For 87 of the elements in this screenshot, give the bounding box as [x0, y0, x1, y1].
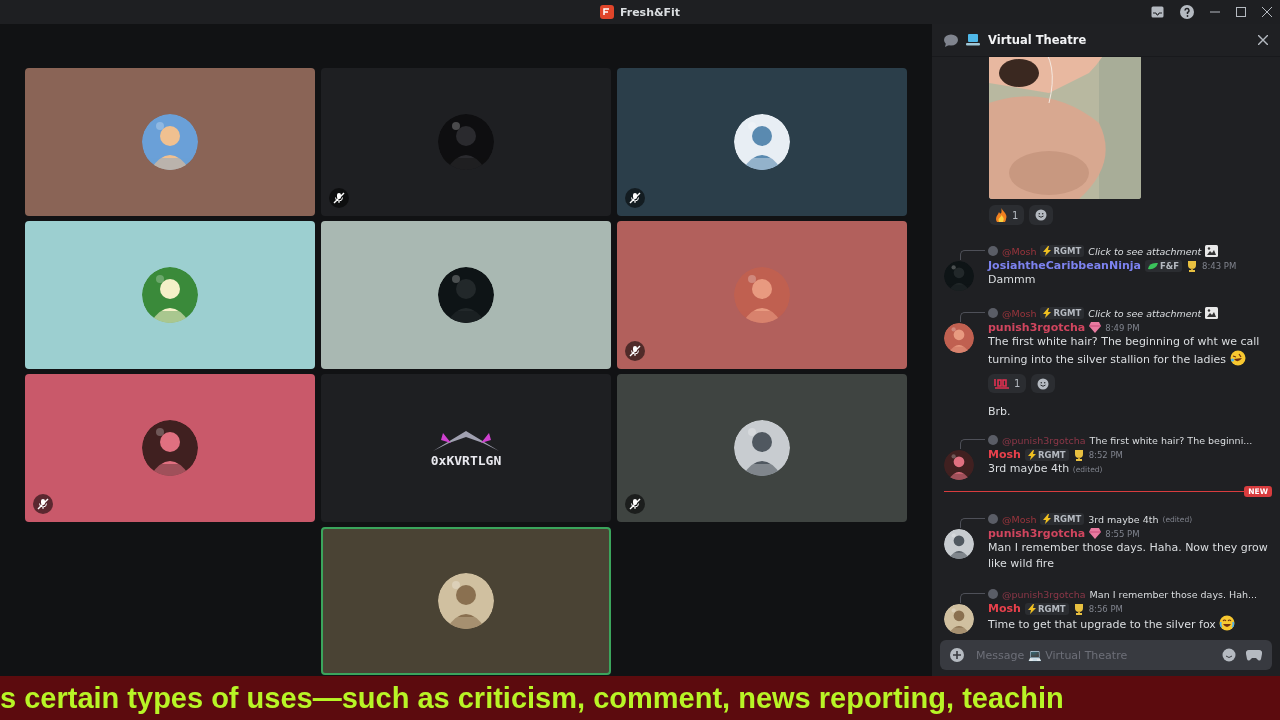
lightning-icon: [1027, 449, 1036, 460]
video-tile[interactable]: [617, 374, 907, 522]
timestamp: 8:56 PM: [1088, 603, 1123, 614]
hundred-icon: [994, 377, 1010, 390]
reply-line: [960, 312, 985, 322]
chat-bubble-icon[interactable]: [944, 33, 958, 47]
emoji-icon[interactable]: [1222, 648, 1236, 662]
app-logo-icon: [599, 5, 614, 19]
author-name[interactable]: Mosh: [988, 602, 1021, 615]
role-tag: RGMT: [1040, 307, 1085, 319]
lightning-icon: [1043, 246, 1052, 256]
reply-avatar-icon: [988, 435, 998, 445]
author-name[interactable]: punish3rgotcha: [988, 321, 1086, 334]
reply-line: [960, 518, 985, 528]
video-tile[interactable]: [321, 68, 611, 216]
reply-preview[interactable]: Man I remember those days. Hah...: [1089, 588, 1258, 600]
reply-avatar-icon: [988, 589, 998, 599]
timestamp: 8:43 PM: [1201, 260, 1237, 271]
reaction-button[interactable]: 1: [988, 374, 1027, 393]
timestamp: 8:55 PM: [1105, 528, 1140, 539]
trophy-icon: [1185, 259, 1198, 272]
author-name[interactable]: Mosh: [988, 448, 1021, 461]
video-tile[interactable]: [25, 374, 315, 522]
message-text: Dammm: [988, 272, 1037, 288]
smiley-icon: [1037, 377, 1050, 390]
reaction-button[interactable]: 1: [989, 205, 1025, 225]
logo-text: 0xKVRTLGN: [430, 452, 502, 468]
gem-icon: [1089, 322, 1102, 333]
message-text: Brb.: [988, 405, 1012, 418]
reply-avatar-icon: [988, 246, 998, 256]
trophy-icon: [1072, 602, 1085, 615]
leaf-icon: [1147, 261, 1158, 270]
trophy-icon: [1072, 448, 1085, 461]
video-tile[interactable]: [25, 68, 315, 216]
channel-title: Virtual Theatre: [988, 33, 1088, 47]
video-tile[interactable]: [321, 527, 611, 675]
close-icon[interactable]: [1262, 7, 1272, 17]
author-name[interactable]: JosiahtheCaribbeanNinja: [988, 259, 1141, 272]
image-icon: [1205, 245, 1219, 257]
close-icon[interactable]: [1258, 35, 1268, 45]
message-input[interactable]: Message 💻 Virtual Theatre: [940, 640, 1272, 670]
laughing-emoji-icon: [1219, 615, 1236, 631]
reply-preview[interactable]: Click to see attachment: [1088, 307, 1202, 319]
maximize-icon[interactable]: [1236, 7, 1246, 17]
role-tag: F&F: [1144, 259, 1182, 272]
gamepad-icon[interactable]: [1246, 649, 1262, 661]
add-reaction-button[interactable]: [1029, 205, 1054, 225]
ticker-text: s certain types of uses—such as criticism, comment, news reporting, teachin: [0, 681, 1064, 715]
video-tile[interactable]: [25, 221, 315, 369]
lightning-icon: [1043, 514, 1052, 524]
role-tag: RGMT: [1040, 245, 1085, 257]
inbox-icon[interactable]: [1151, 6, 1164, 18]
timestamp: 8:52 PM: [1088, 449, 1123, 460]
lightning-icon: [1043, 308, 1052, 318]
role-tag: RGMT: [1024, 448, 1069, 461]
role-tag: RGMT: [1040, 513, 1085, 525]
laptop-icon: [966, 34, 980, 46]
add-icon[interactable]: [950, 648, 964, 662]
reply-line: [960, 593, 985, 603]
smiley-icon: [1035, 209, 1048, 221]
message-field[interactable]: Message 💻 Virtual Theatre: [974, 647, 1212, 663]
reply-avatar-icon: [988, 308, 998, 318]
reply-line: [960, 250, 985, 260]
reply-avatar-icon: [988, 514, 998, 524]
reply-preview[interactable]: The first white hair? The beginni...: [1089, 434, 1253, 446]
fire-icon: [995, 208, 1008, 222]
reply-preview[interactable]: 3rd maybe 4th: [1088, 513, 1159, 525]
video-tile[interactable]: [617, 68, 907, 216]
video-tile[interactable]: [617, 221, 907, 369]
reply-preview[interactable]: Click to see attachment: [1088, 245, 1202, 257]
video-tile[interactable]: [321, 221, 611, 369]
message-text: Time to get that upgrade to the silver fox: [988, 615, 1272, 633]
lightning-icon: [1027, 603, 1036, 614]
window-title: Fresh&Fit: [619, 5, 681, 19]
mountain-logo-icon: [433, 428, 499, 451]
gem-icon: [1089, 528, 1102, 539]
reply-line: [960, 439, 985, 449]
laughing-emoji-icon: [1229, 350, 1246, 366]
role-tag: RGMT: [1024, 602, 1069, 615]
author-name[interactable]: punish3rgotcha: [988, 527, 1086, 540]
timestamp: 8:49 PM: [1105, 322, 1140, 333]
add-reaction-button[interactable]: [1031, 374, 1056, 393]
help-icon[interactable]: [1180, 5, 1194, 19]
image-icon: [1205, 307, 1219, 319]
message-text: The first white hair? The beginning of wht we call turning into the silver stallion for the ladies: [988, 334, 1261, 368]
video-tile[interactable]: 0xKVRTLGN: [321, 374, 611, 522]
message-text: Man I remember those days. Haha. Now they grow like wild fire: [988, 540, 1269, 572]
